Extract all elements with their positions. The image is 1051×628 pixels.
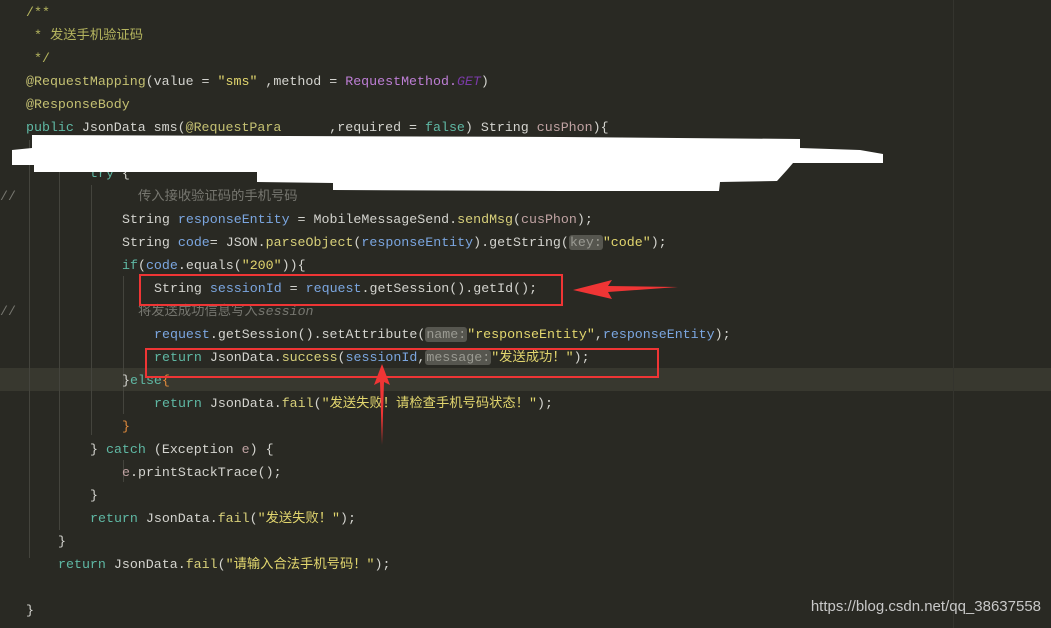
code-editor[interactable]: /** * 发送手机验证码 */@RequestMapping(value = … xyxy=(0,0,1051,628)
highlight-box-session-id xyxy=(139,274,563,306)
annotation-overlay xyxy=(12,135,883,445)
red-arrow-left xyxy=(573,280,678,299)
watermark: https://blog.csdn.net/qq_38637558 xyxy=(810,598,1041,615)
highlight-box-return-success xyxy=(145,348,659,378)
redaction-blob xyxy=(12,135,883,191)
